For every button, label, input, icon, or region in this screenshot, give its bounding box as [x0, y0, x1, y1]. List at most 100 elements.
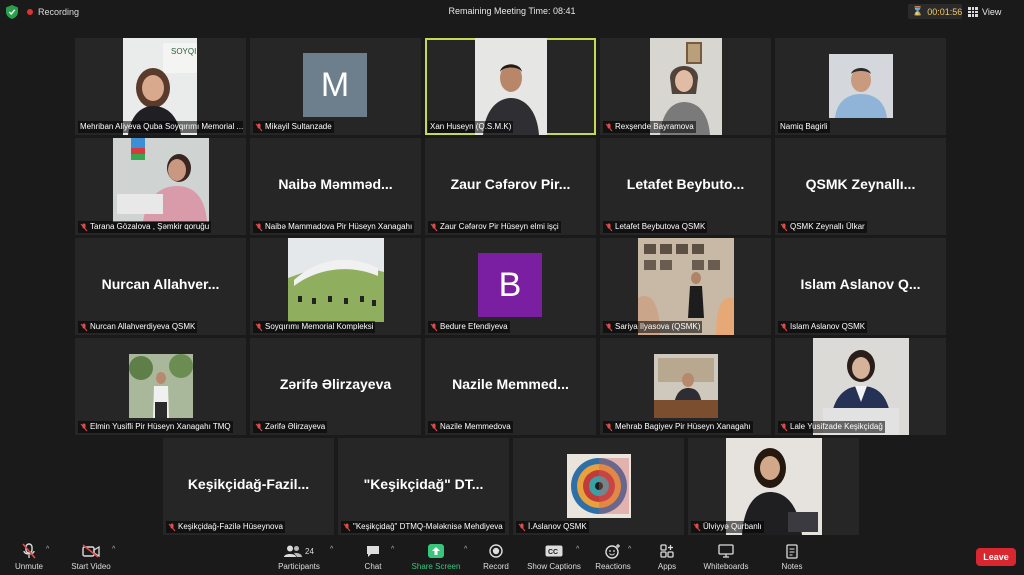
video-tile[interactable]: Lale Yusifzade Keşikçidağ — [775, 338, 946, 435]
participant-display-name: Nazile Memmed... — [452, 376, 569, 392]
participant-name: Letafet Beybutova QSMK — [603, 221, 708, 233]
video-options-caret-icon[interactable]: ^ — [112, 546, 115, 553]
participant-name: Nurcan Allahverdiyeva QSMK — [78, 321, 198, 333]
share-options-caret-icon[interactable]: ^ — [464, 546, 467, 553]
participant-name: Keşikçidağ-Fazilə Hüseynova — [166, 521, 285, 533]
chat-button[interactable]: Chat — [356, 542, 390, 574]
video-tile[interactable]: Nazile Memmed... Nazile Memmedova — [425, 338, 596, 435]
captions-icon: CC — [545, 545, 563, 557]
chat-icon — [367, 545, 379, 557]
participants-icon — [284, 545, 303, 557]
participant-name: Lale Yusifzade Keşikçidağ — [778, 421, 885, 433]
muted-mic-icon — [80, 323, 88, 331]
video-tile[interactable]: Namiq Bagirli — [775, 38, 946, 135]
meeting-timer[interactable]: ⌛ 00:01:56 — [908, 4, 962, 19]
video-tile[interactable]: Tarana Gözalova , Şəmkir qoruğu — [75, 138, 246, 235]
video-tile[interactable]: Letafet Beybuto... Letafet Beybutova QSM… — [600, 138, 771, 235]
muted-mic-icon — [430, 423, 438, 431]
video-tile[interactable]: B Bedure Efendiyeva — [425, 238, 596, 335]
participant-video — [113, 138, 209, 222]
record-icon — [489, 544, 503, 558]
leave-button[interactable]: Leave — [976, 548, 1016, 566]
video-tile[interactable]: Sariya Ilyasova (QSMK) — [600, 238, 771, 335]
muted-mic-icon — [430, 323, 438, 331]
video-off-icon — [82, 544, 100, 558]
avatar: M — [303, 53, 367, 117]
participant-name: İ.Aslanov QSMK — [516, 521, 589, 533]
video-tile[interactable]: Nurcan Allahver... Nurcan Allahverdiyeva… — [75, 238, 246, 335]
participant-name: Tarana Gözalova , Şəmkir qoruğu — [78, 221, 212, 233]
participant-display-name: Letafet Beybuto... — [626, 176, 745, 192]
video-tile[interactable]: Elmin Yusifli Pir Hüseyn Xanagahı TMQ — [75, 338, 246, 435]
participant-video — [567, 454, 631, 518]
video-tile[interactable]: Rexşende Bayramova — [600, 38, 771, 135]
video-tile[interactable]: M Mikayil Sultanzade — [250, 38, 421, 135]
muted-mic-icon — [343, 523, 351, 531]
reactions-icon — [605, 544, 620, 559]
participants-options-caret-icon[interactable]: ^ — [330, 546, 333, 553]
video-tile-active-speaker[interactable]: Xan Huseyn (Q.S.M.K) — [425, 38, 596, 135]
record-button[interactable]: Record — [478, 542, 514, 574]
start-video-button[interactable]: Start Video — [68, 542, 114, 574]
top-bar: Recording Remaining Meeting Time: 08:41 … — [0, 0, 1024, 24]
chat-options-caret-icon[interactable]: ^ — [391, 546, 394, 553]
participant-name: Mikayil Sultanzade — [253, 121, 334, 133]
participant-name: Rexşende Bayramova — [603, 121, 696, 133]
avatar: B — [478, 253, 542, 317]
show-captions-button[interactable]: CC Show Captions — [524, 542, 584, 574]
share-screen-icon — [428, 544, 444, 558]
participant-video — [129, 354, 193, 418]
notes-button[interactable]: Notes — [776, 542, 808, 574]
whiteboard-icon — [718, 544, 734, 558]
video-tile[interactable]: Zaur Cəfərov Pir... Zaur Cəfərov Pir Hüs… — [425, 138, 596, 235]
muted-mic-icon — [80, 223, 88, 231]
muted-mic-icon — [168, 523, 176, 531]
video-tile[interactable]: Naibə Məmməd... Naibə Mammadova Pir Hüse… — [250, 138, 421, 235]
muted-mic-icon — [255, 323, 263, 331]
grid-view-icon — [968, 7, 978, 17]
video-tile[interactable]: Islam Aslanov Q... Islam Aslanov QSMK — [775, 238, 946, 335]
participant-display-name: Zərifə Əlirzayeva — [279, 376, 392, 392]
participant-name: "Keşikçidağ" DTMQ-Mələknisə Mehdiyeva — [341, 521, 505, 533]
audio-options-caret-icon[interactable]: ^ — [46, 546, 49, 553]
video-tile[interactable]: İ.Aslanov QSMK — [513, 438, 684, 535]
video-tile[interactable]: Keşikçidağ-Fazil... Keşikçidağ-Fazilə Hü… — [163, 438, 334, 535]
video-tile[interactable]: SOYQIRIMI Mehriban Aliyeva Quba Soyqırım… — [75, 38, 246, 135]
captions-options-caret-icon[interactable]: ^ — [576, 546, 579, 553]
muted-mic-icon — [255, 123, 263, 131]
participant-video — [829, 54, 893, 118]
participant-display-name: Keşikçidağ-Fazil... — [187, 476, 310, 492]
meeting-toolbar: Unmute ^ Start Video ^ 24 Participants ^… — [0, 540, 1024, 575]
apps-button[interactable]: Apps — [652, 542, 682, 574]
muted-mic-icon — [780, 323, 788, 331]
share-screen-button[interactable]: Share Screen — [408, 542, 464, 574]
hourglass-icon: ⌛ — [912, 6, 924, 16]
video-tile[interactable]: "Keşikçidağ" DT... "Keşikçidağ" DTMQ-Məl… — [338, 438, 509, 535]
video-tile[interactable]: QSMK Zeynallı... QSMK Zeynallı Ülkar — [775, 138, 946, 235]
participant-name: Zərifə Əlirzayeva — [253, 421, 328, 433]
reactions-options-caret-icon[interactable]: ^ — [628, 546, 631, 553]
participant-name: Soyqırımı Memorial Kompleksi — [253, 321, 376, 333]
video-tile[interactable]: Soyqırımı Memorial Kompleksi — [250, 238, 421, 335]
view-button[interactable]: View — [968, 5, 1001, 19]
unmute-button[interactable]: Unmute — [10, 542, 48, 574]
video-tile[interactable]: Mehrab Bagiyev Pir Hüseyn Xanagahı — [600, 338, 771, 435]
participant-name: Xan Huseyn (Q.S.M.K) — [428, 121, 514, 133]
participants-button[interactable]: 24 Participants — [274, 542, 324, 574]
muted-mic-icon — [605, 223, 613, 231]
video-tile[interactable]: Zərifə Əlirzayeva Zərifə Əlirzayeva — [250, 338, 421, 435]
muted-mic-icon — [255, 423, 263, 431]
whiteboards-button[interactable]: Whiteboards — [698, 542, 754, 574]
participant-name: Naibə Mammadova Pir Hüseyn Xanagahı — [253, 221, 415, 233]
muted-mic-icon — [605, 123, 613, 131]
remaining-time: Remaining Meeting Time: 08:41 — [448, 6, 576, 16]
timer-value: 00:01:56 — [927, 6, 963, 17]
muted-mic-icon — [693, 523, 701, 531]
participant-count: 24 — [305, 546, 314, 556]
participant-display-name: "Keşikçidağ" DT... — [363, 476, 484, 492]
video-tile[interactable]: Ülviyyə Qurbanlı — [688, 438, 859, 535]
participant-video — [288, 238, 384, 322]
apps-icon — [660, 544, 674, 558]
muted-mic-icon — [80, 423, 88, 431]
participant-name: Zaur Cəfərov Pir Hüseyn elmi işçi — [428, 221, 561, 233]
